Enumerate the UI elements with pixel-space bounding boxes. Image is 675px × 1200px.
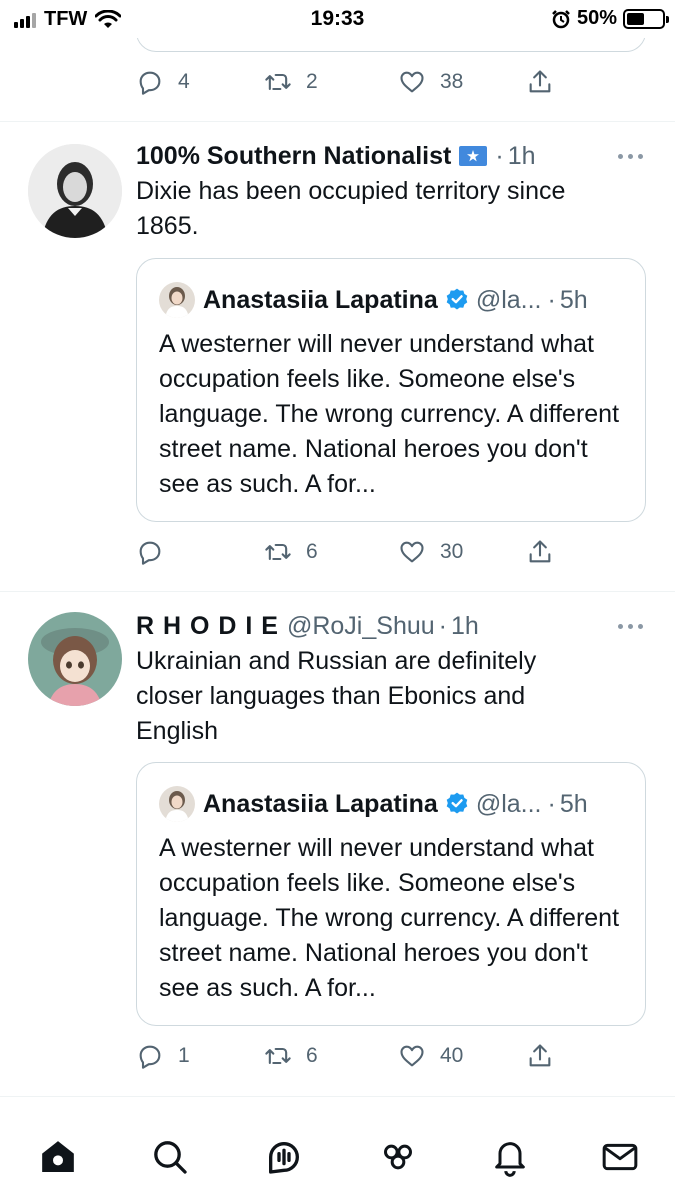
quote-display-name: Anastasiia Lapatina — [203, 789, 438, 818]
reply-button[interactable]: 1 — [136, 1038, 190, 1074]
battery-icon — [623, 8, 669, 29]
tab-home[interactable] — [38, 1137, 78, 1177]
timestamp[interactable]: 1h — [451, 612, 479, 641]
status-right: 50% — [551, 7, 669, 30]
quote-timestamp: 5h — [559, 789, 588, 818]
retweet-icon — [265, 73, 291, 91]
home-icon — [42, 1141, 74, 1172]
handle[interactable]: @RoJi_Shuu — [287, 612, 435, 641]
action-bar: 1 6 40 — [136, 1038, 596, 1074]
quote-avatar — [159, 786, 195, 822]
retweet-button[interactable]: 6 — [264, 534, 318, 570]
separator-dot: · — [495, 141, 504, 170]
display-name[interactable]: 100% Southern Nationalist — [136, 142, 451, 171]
retweet-button[interactable]: 6 — [264, 1038, 318, 1074]
quote-display-name: Anastasiia Lapatina — [203, 285, 438, 314]
quote-tweet-card[interactable]: Anastasiia Lapatina @la... · 5h A wester… — [136, 258, 646, 522]
messages-icon — [602, 1143, 638, 1171]
reply-icon — [139, 541, 161, 565]
verified-badge-icon — [446, 288, 468, 310]
reply-icon — [139, 1045, 161, 1069]
bottom-tab-bar — [0, 1096, 675, 1200]
communities-icon — [384, 1144, 412, 1170]
quote-header: Anastasiia Lapatina @la... · 5h — [159, 282, 588, 318]
timestamp[interactable]: 1h — [508, 142, 536, 171]
battery-percent: 50% — [576, 7, 617, 29]
like-count: 30 — [440, 540, 464, 563]
share-button[interactable] — [526, 534, 554, 570]
retweet-icon — [265, 543, 291, 561]
tab-search[interactable] — [150, 1137, 190, 1177]
like-count: 38 — [440, 70, 464, 93]
quote-avatar — [159, 282, 195, 318]
share-icon — [529, 540, 551, 563]
reply-icon — [139, 71, 161, 95]
avatar[interactable] — [28, 144, 122, 238]
retweet-count: 2 — [306, 70, 318, 93]
more-options-icon[interactable] — [618, 154, 643, 159]
reply-count: 1 — [178, 1044, 190, 1067]
action-bar: 6 30 — [136, 534, 596, 570]
retweet-icon — [265, 1047, 291, 1065]
like-count: 40 — [440, 1044, 464, 1067]
like-button[interactable]: 38 — [398, 64, 463, 100]
share-button[interactable] — [526, 64, 554, 100]
heart-icon — [400, 1045, 424, 1067]
avatar-anime-image — [28, 612, 122, 706]
tab-messages[interactable] — [600, 1137, 640, 1177]
battery-fill — [627, 12, 644, 25]
retweet-count: 6 — [306, 1044, 318, 1067]
quote-text: A westerner will never understand what o… — [159, 834, 620, 1002]
heart-icon — [400, 541, 424, 563]
like-button[interactable]: 40 — [398, 1038, 463, 1074]
alarm-icon — [552, 9, 570, 28]
avatar[interactable] — [28, 612, 122, 706]
reply-count: 4 — [178, 70, 190, 93]
search-icon — [154, 1141, 187, 1174]
share-icon — [529, 1044, 551, 1067]
retweet-count: 6 — [306, 540, 318, 563]
verified-badge-icon — [446, 792, 468, 814]
tweet-text: Dixie has been occupied territory since … — [136, 177, 566, 240]
quote-header: Anastasiia Lapatina @la... · 5h — [159, 786, 588, 822]
avatar-portrait-image — [28, 144, 122, 238]
tweet-header: R H O D I E @RoJi_Shuu · 1h — [136, 610, 479, 642]
notifications-icon — [495, 1142, 525, 1177]
quote-text: A westerner will never understand what o… — [159, 330, 620, 498]
reply-button[interactable]: 4 — [136, 64, 190, 100]
somalia-flag-icon — [459, 146, 488, 166]
quote-tweet-card[interactable]: Anastasiia Lapatina @la... · 5h A wester… — [136, 762, 646, 1026]
quote-handle: @la... — [475, 789, 542, 818]
reply-button[interactable] — [136, 534, 178, 570]
separator-dot: · — [547, 285, 556, 314]
separator-dot: · — [438, 611, 447, 640]
tweet-text: Ukrainian and Russian are definitely clo… — [136, 647, 537, 745]
tab-spaces[interactable] — [264, 1137, 304, 1177]
tab-notifications[interactable] — [490, 1137, 530, 1177]
heart-icon — [400, 71, 424, 93]
quote-timestamp: 5h — [559, 285, 588, 314]
tweet-header: 100% Southern Nationalist · 1h — [136, 140, 536, 172]
retweet-button[interactable]: 2 — [264, 64, 318, 100]
spaces-icon — [269, 1142, 299, 1174]
status-bar: TFW 19:33 50% — [0, 0, 675, 38]
action-bar: 4 2 38 — [136, 64, 596, 100]
share-button[interactable] — [526, 1038, 554, 1074]
like-button[interactable]: 30 — [398, 534, 463, 570]
share-icon — [529, 70, 551, 93]
quote-handle: @la... — [475, 285, 542, 314]
separator-dot: · — [547, 789, 556, 818]
display-name[interactable]: R H O D I E — [136, 612, 279, 641]
tweet[interactable]: 100% Southern Nationalist · 1h Dixie has… — [0, 122, 675, 592]
tweet[interactable]: R H O D I E @RoJi_Shuu · 1h Ukrainian an… — [0, 592, 675, 1096]
more-options-icon[interactable] — [618, 624, 643, 629]
tab-communities[interactable] — [378, 1137, 418, 1177]
